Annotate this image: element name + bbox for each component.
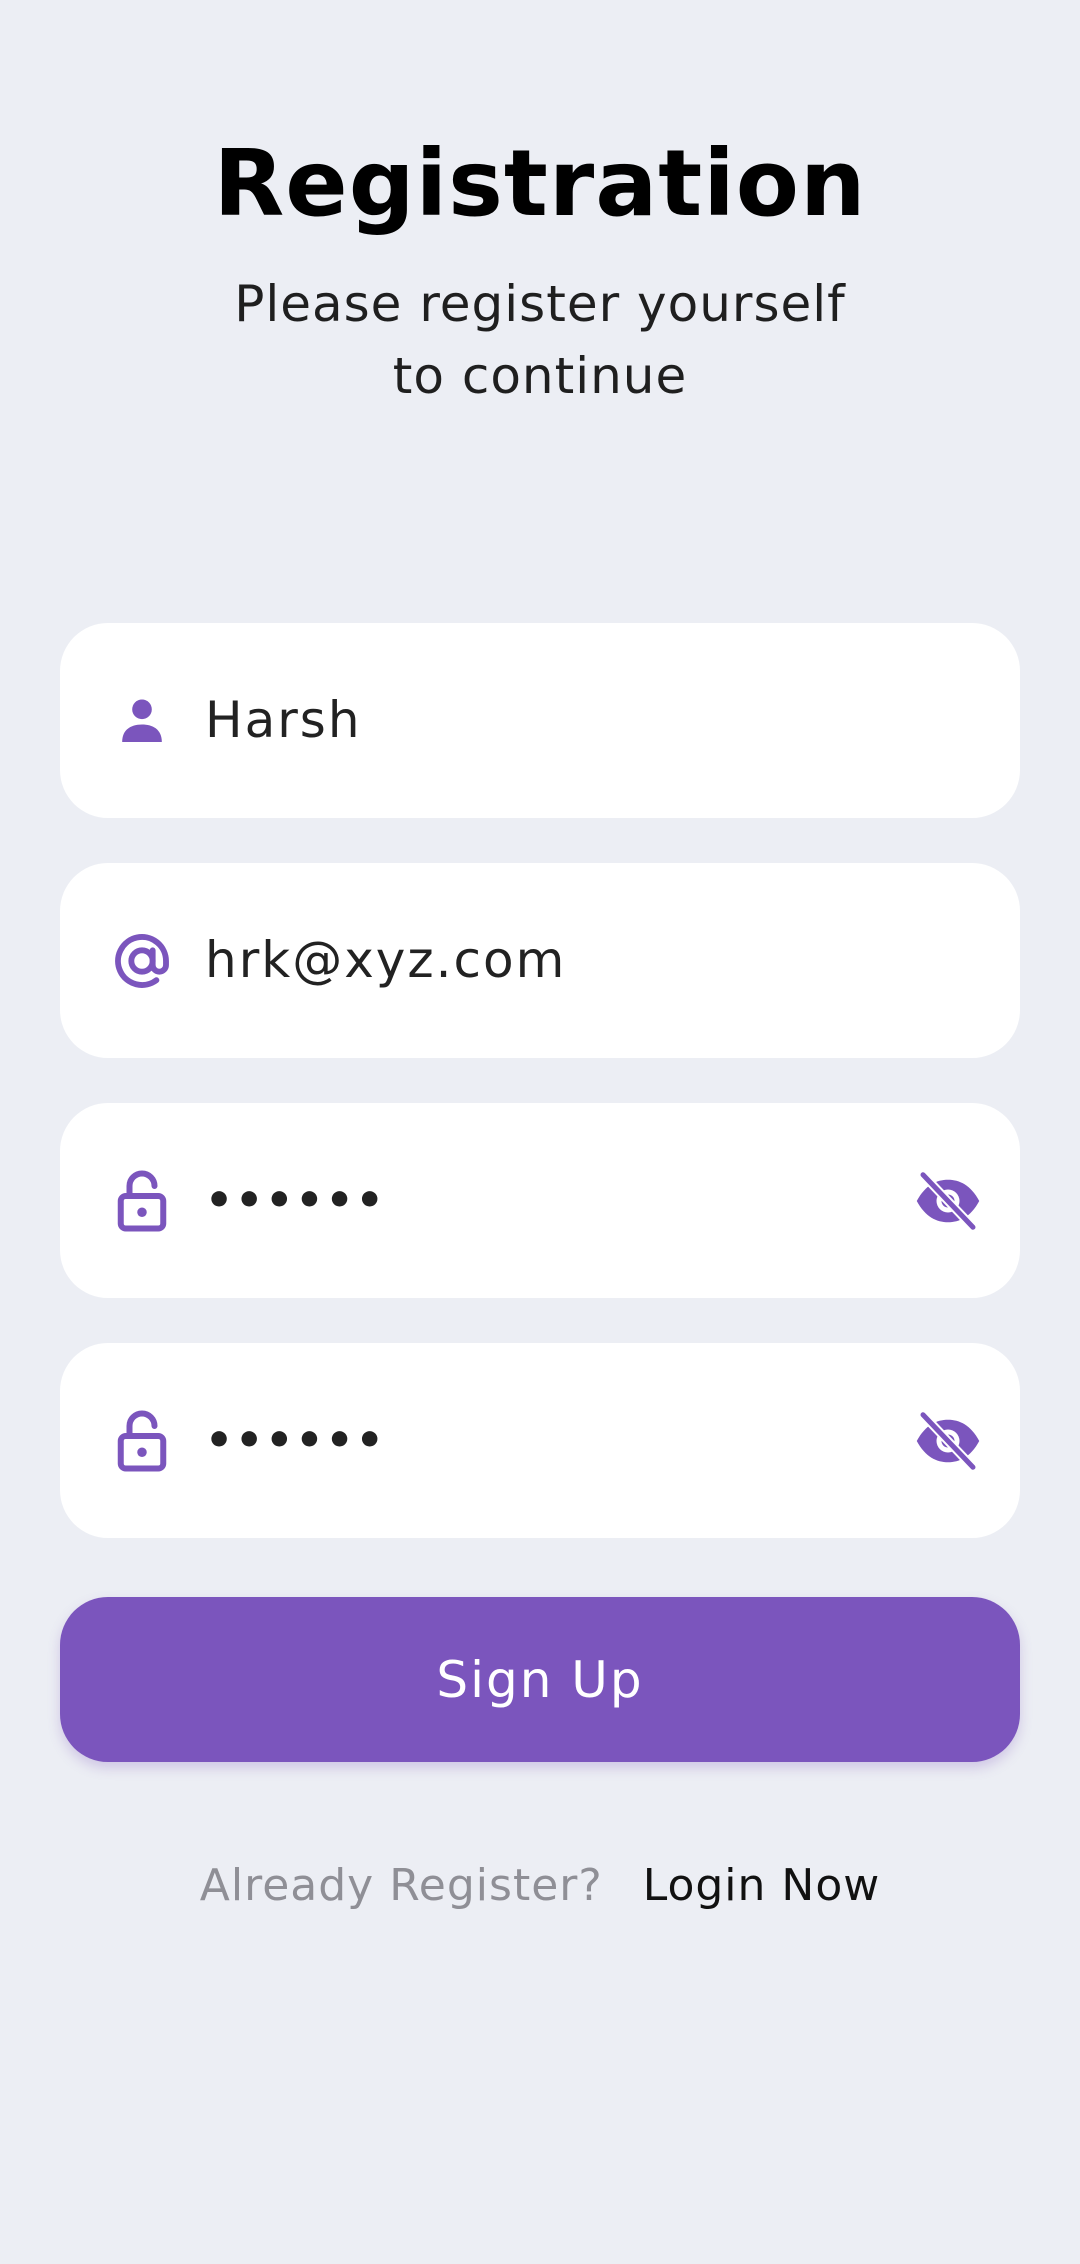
name-input-value: Harsh [205,691,362,749]
name-field[interactable]: Harsh [60,623,1020,818]
email-field[interactable]: hrk@xyz.com [60,863,1020,1058]
subtitle-line-2: to continue [392,347,688,405]
page-title: Registration [213,130,867,237]
subtitle-line-1: Please register yourself [234,275,846,333]
password-field[interactable]: •••••• [60,1103,1020,1298]
lock-icon [104,1403,180,1479]
confirm-password-field[interactable]: •••••• [60,1343,1020,1538]
page-subtitle: Please register yourself to continue [0,268,1080,412]
at-icon [104,923,180,999]
lock-icon [104,1163,180,1239]
person-icon [104,683,180,759]
already-registered-text: Already Register? [199,1860,603,1911]
login-now-link[interactable]: Login Now [643,1860,881,1911]
eye-off-icon[interactable] [910,1163,986,1239]
sign-up-button[interactable]: Sign Up [60,1597,1020,1762]
eye-off-icon[interactable] [910,1403,986,1479]
email-input-value: hrk@xyz.com [205,931,567,989]
confirm-password-input-value: •••••• [205,1415,386,1466]
password-input-value: •••••• [205,1175,386,1226]
login-prompt: Already Register? Login Now [0,1860,1080,1911]
